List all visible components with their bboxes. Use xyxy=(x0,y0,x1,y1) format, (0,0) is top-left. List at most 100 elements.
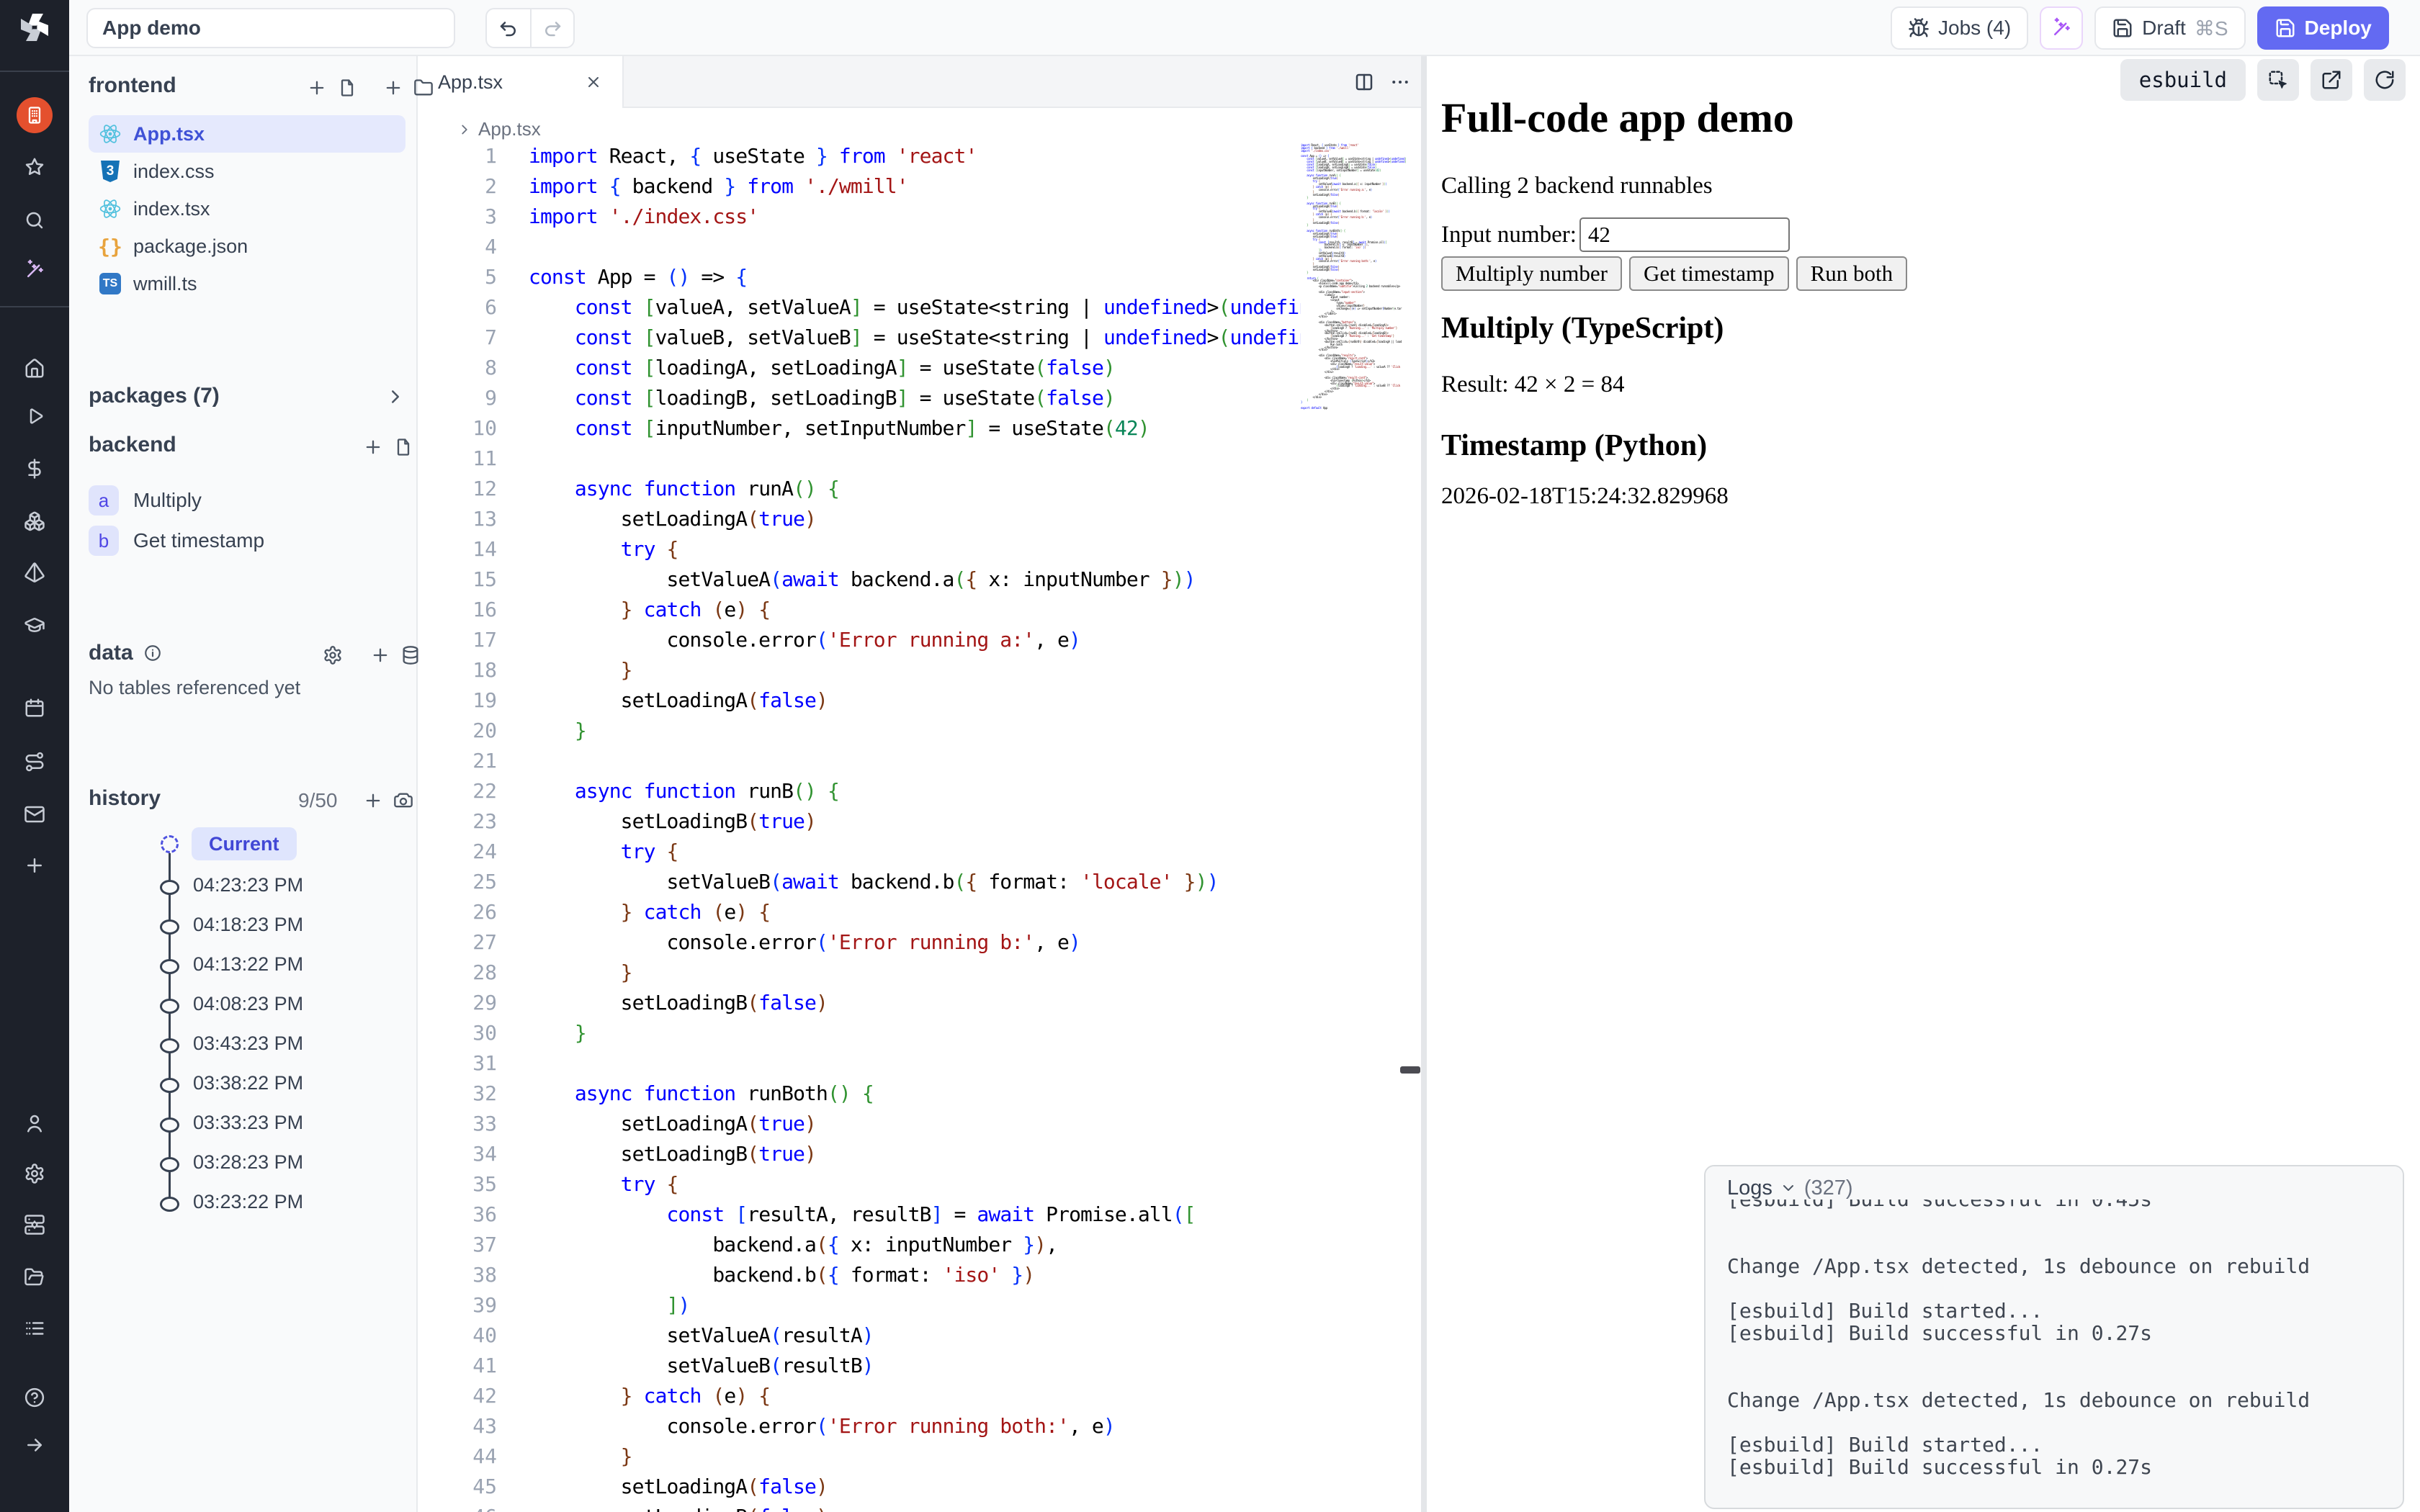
schedules-calendar-icon[interactable] xyxy=(24,697,45,719)
learn-graduation-cap-icon[interactable] xyxy=(24,614,45,636)
history-timeline-line xyxy=(169,848,171,1200)
history-entry[interactable]: 04:23:23 PM xyxy=(193,874,303,896)
inbox-mail-icon[interactable] xyxy=(24,804,45,825)
top-bar: Jobs (4) Draft ⌘S Deploy xyxy=(69,0,2420,56)
ai-assistant-button[interactable] xyxy=(2040,6,2083,50)
close-icon[interactable] xyxy=(585,73,602,91)
history-entry[interactable]: 04:18:23 PM xyxy=(193,914,303,936)
add-plus-icon[interactable] xyxy=(307,78,327,98)
building-icon xyxy=(24,105,45,125)
file-item-index-tsx[interactable]: index.tsx xyxy=(89,190,405,228)
settings-gear-icon[interactable] xyxy=(24,1163,45,1184)
jobs-button[interactable]: Jobs (4) xyxy=(1891,6,2028,50)
backend-item-multiply[interactable]: a Multiply xyxy=(89,482,202,518)
sidebar: frontend App.tsx3index.cssindex.tsx{}pac… xyxy=(69,56,418,1512)
add-plus-icon[interactable] xyxy=(383,78,403,98)
backend-section-actions xyxy=(363,437,413,457)
tab-app-tsx[interactable]: App.tsx xyxy=(418,56,624,108)
editor-more-icon[interactable] xyxy=(1389,71,1411,93)
history-entry[interactable]: 04:13:22 PM xyxy=(193,953,303,976)
app-name-input[interactable] xyxy=(86,8,455,48)
preview-buttons: Multiply numberGet timestampRun both xyxy=(1441,256,1907,291)
account-user-icon[interactable] xyxy=(24,1112,45,1134)
open-external-button[interactable] xyxy=(2311,59,2352,101)
draft-button[interactable]: Draft ⌘S xyxy=(2094,6,2245,50)
folders-icon[interactable] xyxy=(24,1266,45,1288)
history-node-icon xyxy=(160,1078,179,1093)
file-item-app-tsx[interactable]: App.tsx xyxy=(89,115,405,153)
history-entry[interactable]: 03:43:23 PM xyxy=(193,1032,303,1055)
breadcrumb[interactable]: App.tsx xyxy=(457,118,541,140)
file-item-package-json[interactable]: {}package.json xyxy=(89,228,405,265)
panel-divider[interactable] xyxy=(1421,56,1427,1512)
resources-boxes-icon[interactable] xyxy=(24,510,45,532)
backend-item-get-timestamp[interactable]: bGet timestamp xyxy=(89,523,264,559)
backend-section-title: backend xyxy=(89,433,176,457)
runnable-label: Multiply xyxy=(133,489,202,512)
audit-list-icon[interactable] xyxy=(24,1318,45,1339)
run-both-button[interactable]: Run both xyxy=(1796,256,1908,291)
new-file-icon[interactable] xyxy=(337,78,357,98)
triggers-pyramid-icon[interactable] xyxy=(24,562,45,583)
add-plus-icon[interactable] xyxy=(363,437,383,457)
input-number-field[interactable] xyxy=(1579,217,1790,252)
home-icon[interactable] xyxy=(24,358,45,379)
history-entry[interactable]: 04:08:23 PM xyxy=(193,993,303,1015)
database-icon[interactable] xyxy=(400,645,421,665)
windmill-logo-icon[interactable] xyxy=(17,10,52,45)
file-name: index.css xyxy=(133,161,215,183)
help-icon[interactable] xyxy=(24,1387,45,1408)
history-entry[interactable]: 03:28:23 PM xyxy=(193,1151,303,1174)
chevron-down-icon[interactable] xyxy=(1780,1179,1797,1197)
history-node-icon xyxy=(160,1038,179,1053)
history-entry[interactable]: 03:38:22 PM xyxy=(193,1072,303,1094)
result-value: 2026-02-18T15:24:32.829968 xyxy=(1441,483,1729,510)
history-current-item[interactable]: Current xyxy=(192,827,297,860)
save-icon xyxy=(2112,17,2133,39)
refresh-icon xyxy=(2374,69,2396,91)
workers-server-cog-icon[interactable] xyxy=(24,1214,45,1236)
runs-play-icon[interactable] xyxy=(24,405,45,427)
history-entry[interactable]: 03:33:23 PM xyxy=(193,1112,303,1134)
variables-dollar-icon[interactable] xyxy=(24,458,45,480)
runnable-badge: a xyxy=(89,485,119,516)
undo-button[interactable] xyxy=(487,9,530,47)
refresh-button[interactable] xyxy=(2364,59,2406,101)
flows-route-icon[interactable] xyxy=(24,751,45,773)
history-node-icon xyxy=(160,1197,179,1212)
deploy-button[interactable]: Deploy xyxy=(2257,6,2389,50)
new-folder-icon[interactable] xyxy=(413,78,434,98)
json-braces-icon: {} xyxy=(98,235,122,258)
logs-label: Logs xyxy=(1727,1176,1773,1200)
inspect-button[interactable] xyxy=(2257,59,2299,101)
add-plus-icon[interactable] xyxy=(24,855,45,876)
file-name: wmill.ts xyxy=(133,273,197,295)
split-editor-icon[interactable] xyxy=(1353,71,1375,93)
ai-wand-icon[interactable] xyxy=(24,259,45,281)
snapshot-camera-icon[interactable] xyxy=(393,791,413,811)
add-plus-icon[interactable] xyxy=(370,645,390,665)
panel-divider-handle[interactable] xyxy=(1400,1066,1420,1074)
tab-label: App.tsx xyxy=(438,71,503,94)
input-number-label: Input number: xyxy=(1441,222,1577,248)
history-entry[interactable]: 03:23:22 PM xyxy=(193,1191,303,1213)
logs-output[interactable]: [esbuild] Build successful in 0.45s Chan… xyxy=(1727,1188,2396,1508)
redo-button[interactable] xyxy=(530,9,573,47)
multiply-number-button[interactable]: Multiply number xyxy=(1441,256,1622,291)
file-item-wmill-ts[interactable]: TSwmill.ts xyxy=(89,265,405,302)
runnable-label: Get timestamp xyxy=(133,529,264,552)
get-timestamp-button[interactable]: Get timestamp xyxy=(1629,256,1789,291)
frontend-section-title: frontend xyxy=(89,73,176,98)
minimap[interactable]: import React, { useState } from 'react' … xyxy=(1301,143,1406,425)
packages-expand-chevron-icon[interactable] xyxy=(385,386,406,408)
file-item-index-css[interactable]: 3index.css xyxy=(89,153,405,190)
favorites-star-icon[interactable] xyxy=(24,156,45,178)
code-lines[interactable]: 1import React, { useState } from 'react'… xyxy=(418,141,1421,1512)
settings-gear-icon[interactable] xyxy=(323,645,343,665)
expand-arrow-icon[interactable] xyxy=(24,1434,45,1456)
workspace-switcher-button[interactable] xyxy=(17,97,53,133)
add-plus-icon[interactable] xyxy=(363,791,383,811)
info-icon xyxy=(143,644,162,662)
search-icon[interactable] xyxy=(24,210,45,231)
new-file-icon[interactable] xyxy=(393,437,413,457)
